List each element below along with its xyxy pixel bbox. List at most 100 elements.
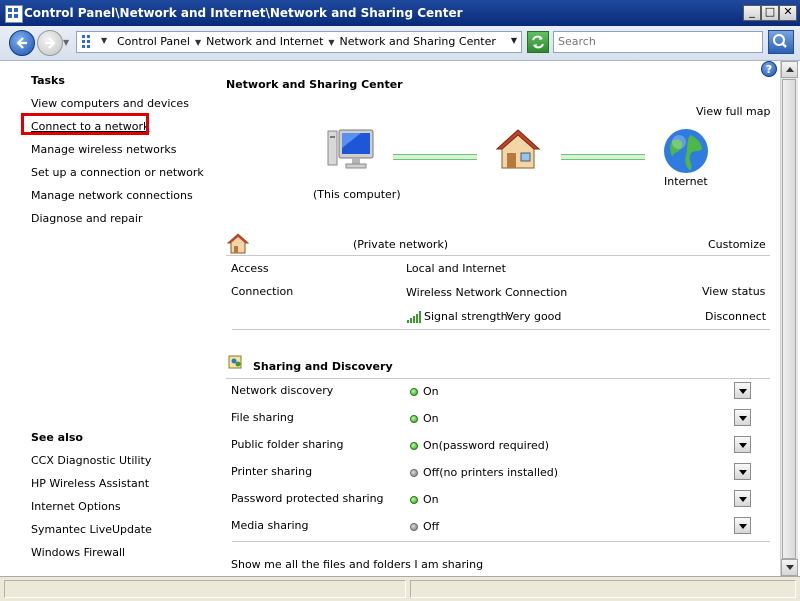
divider <box>226 255 770 256</box>
divider <box>226 378 770 379</box>
expand-password-protected-sharing-button[interactable] <box>734 490 751 507</box>
view-status-link[interactable]: View status <box>702 285 765 298</box>
show-shared-files-link[interactable]: Show me all the files and folders I am s… <box>231 558 483 571</box>
divider <box>232 541 770 542</box>
scroll-down-button[interactable] <box>781 559 798 576</box>
task-pane: Tasks View computers and devices Connect… <box>0 61 205 576</box>
access-value: Local and Internet <box>406 262 506 275</box>
forward-button[interactable] <box>37 30 63 56</box>
computer-icon[interactable] <box>325 128 375 174</box>
refresh-button[interactable] <box>527 31 549 53</box>
help-icon[interactable]: ? <box>761 61 777 77</box>
sharing-row-label: File sharing <box>231 411 294 424</box>
back-button[interactable] <box>9 30 35 56</box>
expand-public-folder-sharing-button[interactable] <box>734 436 751 453</box>
private-network-icon <box>226 232 250 256</box>
close-button[interactable]: ✕ <box>779 5 797 21</box>
internet-globe-icon[interactable] <box>662 127 710 175</box>
connection-line <box>393 154 477 160</box>
minimize-button[interactable]: _ <box>743 5 761 21</box>
breadcrumb: Control Panel ▼ Network and Internet ▼ Netwo… <box>117 35 496 48</box>
network-type-label: (Private network) <box>353 238 449 251</box>
address-toolbar: ▼ ▼ Control Panel ▼ Network and Internet ▼ N… <box>0 26 800 61</box>
breadcrumb-network-and-sharing-center[interactable]: Network and Sharing Center <box>340 35 496 48</box>
content-area: Tasks View computers and devices Connect… <box>0 61 780 576</box>
task-diagnose-and-repair[interactable]: Diagnose and repair <box>31 212 143 225</box>
network-center-icon <box>81 34 95 48</box>
sharing-row-status: On <box>410 412 439 425</box>
tasks-heading: Tasks <box>31 74 65 87</box>
vertical-scrollbar[interactable] <box>780 61 798 576</box>
address-dropdown-icon[interactable]: ▼ <box>511 36 517 45</box>
task-manage-wireless-networks[interactable]: Manage wireless networks <box>31 143 176 156</box>
task-manage-network-connections[interactable]: Manage network connections <box>31 189 193 202</box>
highlight-box <box>21 113 149 135</box>
sharing-row-label: Password protected sharing <box>231 492 384 505</box>
sharing-row-status-text: Off(no printers installed) <box>423 466 559 479</box>
this-computer-label: (This computer) <box>313 188 401 201</box>
status-bar-pane <box>4 580 406 598</box>
page-title: Network and Sharing Center <box>226 78 403 91</box>
home-network-icon[interactable] <box>494 127 542 171</box>
sharing-row-status: Off <box>410 520 439 533</box>
connection-label: Connection <box>231 285 294 298</box>
divider <box>232 329 770 330</box>
status-bar-pane <box>410 580 796 598</box>
task-view-computers-and-devices[interactable]: View computers and devices <box>31 97 189 110</box>
refresh-icon <box>532 35 544 49</box>
search-box[interactable] <box>553 31 763 53</box>
access-label: Access <box>231 262 269 275</box>
disconnect-link[interactable]: Disconnect <box>705 310 766 323</box>
search-input[interactable] <box>558 32 754 50</box>
status-off-icon <box>410 469 418 477</box>
expand-network-discovery-button[interactable] <box>734 382 751 399</box>
task-set-up-connection[interactable]: Set up a connection or network <box>31 166 204 179</box>
scroll-up-button[interactable] <box>781 61 798 78</box>
sharing-row-status-text: On <box>423 385 439 398</box>
expand-printer-sharing-button[interactable] <box>734 463 751 480</box>
see-also-ccx-diagnostic-utility[interactable]: CCX Diagnostic Utility <box>31 454 151 467</box>
status-on-icon <box>410 415 418 423</box>
connection-value: Wireless Network Connection <box>406 286 568 299</box>
expand-media-sharing-button[interactable] <box>734 517 751 534</box>
see-also-internet-options[interactable]: Internet Options <box>31 500 121 513</box>
recent-pages-dropdown[interactable]: ▼ <box>63 38 69 47</box>
search-button[interactable] <box>768 30 794 54</box>
customize-link[interactable]: Customize <box>708 238 766 251</box>
sharing-row-label: Media sharing <box>231 519 309 532</box>
signal-strength-label: Signal strength: <box>424 310 512 323</box>
forward-arrow-icon <box>45 37 56 49</box>
see-also-symantec-liveupdate[interactable]: Symantec LiveUpdate <box>31 523 152 536</box>
sharing-row-label: Network discovery <box>231 384 334 397</box>
breadcrumb-control-panel[interactable]: Control Panel <box>117 35 190 48</box>
view-full-map-link[interactable]: View full map <box>696 105 771 118</box>
status-on-icon <box>410 496 418 504</box>
maximize-button[interactable]: □ <box>761 5 779 21</box>
status-on-icon <box>410 388 418 396</box>
sharing-heading: Sharing and Discovery <box>253 360 393 373</box>
status-bar <box>0 576 800 601</box>
breadcrumb-network-and-internet[interactable]: Network and Internet <box>206 35 323 48</box>
breadcrumb-chevron-icon[interactable]: ▼ <box>195 38 201 47</box>
see-also-heading: See also <box>31 431 83 444</box>
sharing-row-status-text: Off <box>423 520 440 533</box>
status-off-icon <box>410 523 418 531</box>
see-also-hp-wireless-assistant[interactable]: HP Wireless Assistant <box>31 477 149 490</box>
sharing-row-status-text: On <box>423 412 439 425</box>
sharing-row-status: On <box>410 385 439 398</box>
control-panel-icon <box>5 5 23 23</box>
see-also-windows-firewall[interactable]: Windows Firewall <box>31 546 125 559</box>
sharing-icon <box>228 354 244 370</box>
sharing-row-status-text: On <box>423 493 439 506</box>
title-bar: Control Panel\Network and Internet\Netwo… <box>0 0 800 27</box>
chevron-right-icon[interactable]: ▼ <box>101 36 107 45</box>
sharing-row-status-text: On(password required) <box>423 439 550 452</box>
status-on-icon <box>410 442 418 450</box>
address-box[interactable]: ▼ Control Panel ▼ Network and Internet ▼ Net… <box>76 31 522 53</box>
scroll-thumb[interactable] <box>782 79 796 559</box>
signal-strength-value: Very good <box>506 310 562 323</box>
window-title: Control Panel\Network and Internet\Netwo… <box>24 6 463 20</box>
signal-strength-icon <box>407 311 421 323</box>
breadcrumb-chevron-icon[interactable]: ▼ <box>328 38 334 47</box>
expand-file-sharing-button[interactable] <box>734 409 751 426</box>
